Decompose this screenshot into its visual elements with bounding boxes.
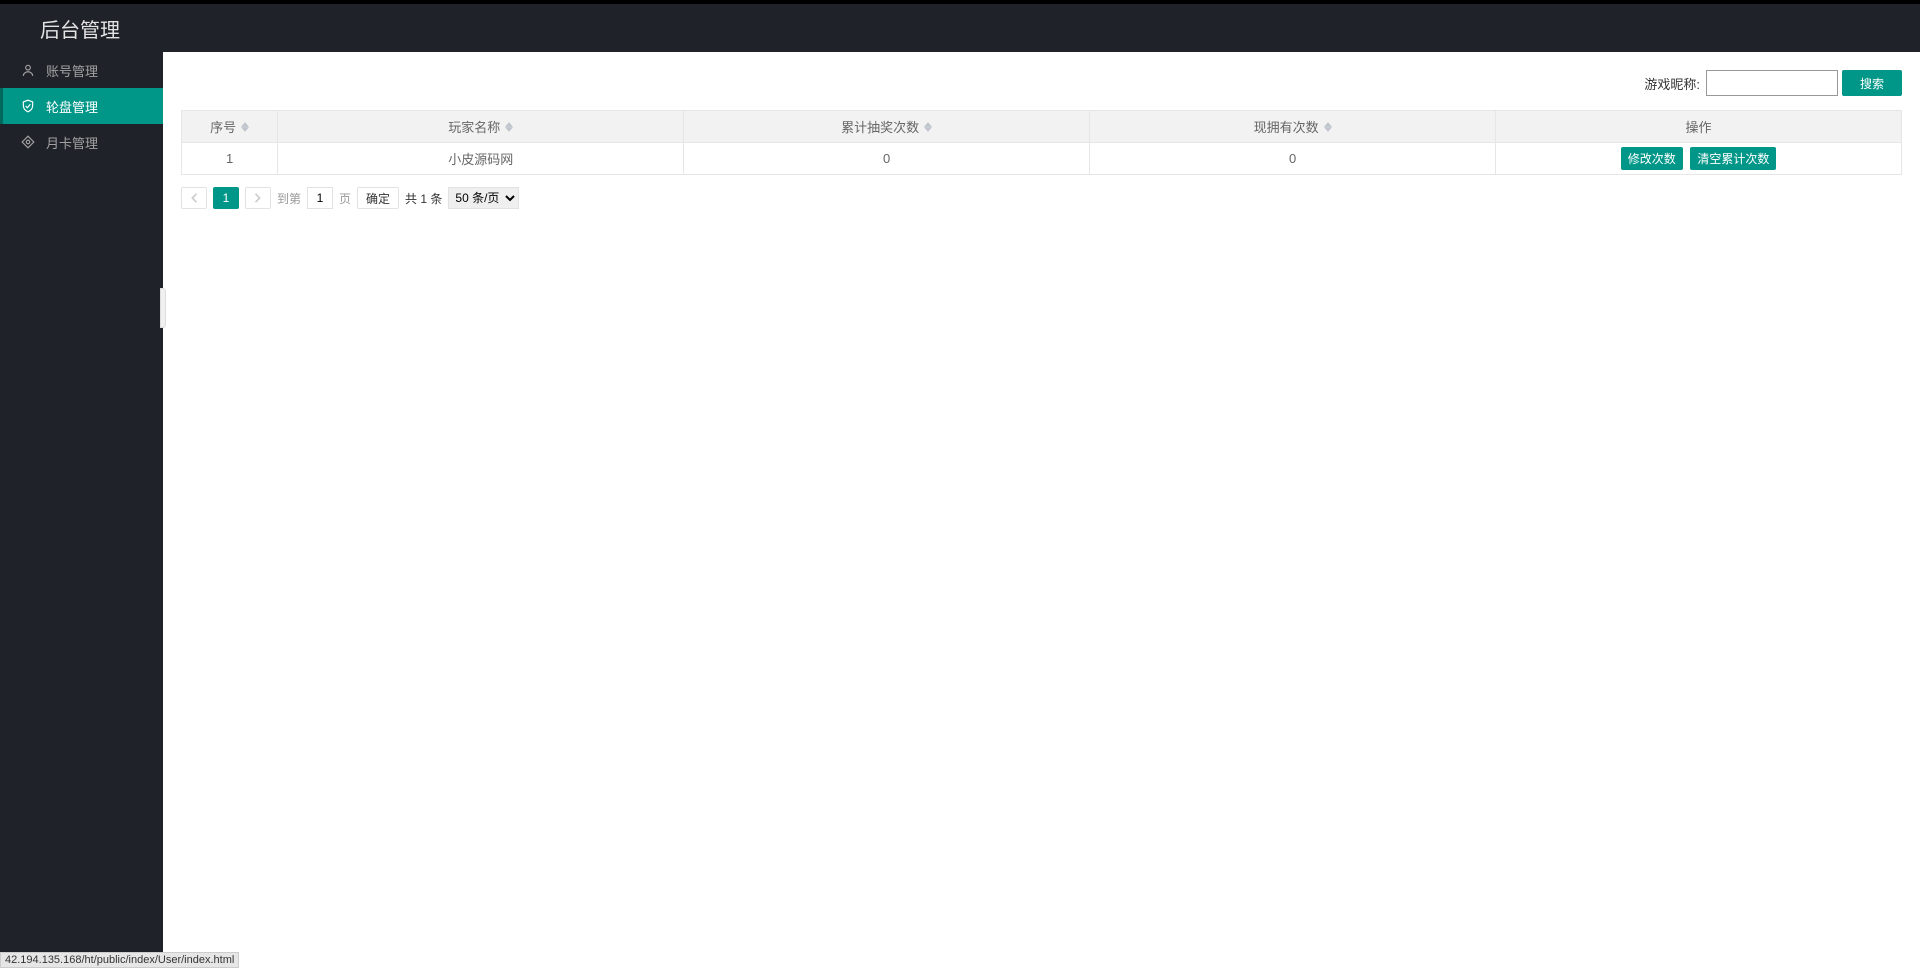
- goto-page-input[interactable]: [307, 187, 333, 209]
- search-button[interactable]: 搜索: [1842, 70, 1902, 96]
- main-content: 游戏昵称: 搜索 序号: [163, 52, 1920, 968]
- clear-count-button[interactable]: 清空累计次数: [1690, 147, 1776, 170]
- page-next-button[interactable]: [245, 187, 271, 209]
- th-id[interactable]: 序号: [182, 111, 278, 143]
- sidebar-item-label: 轮盘管理: [46, 97, 98, 116]
- table-row: 1 小皮源码网 0 0 修改次数 清空累计次数: [182, 143, 1902, 175]
- page-prev-button[interactable]: [181, 187, 207, 209]
- cell-total: 0: [684, 143, 1090, 175]
- sidebar-item-label: 账号管理: [46, 61, 98, 80]
- th-label: 累计抽奖次数: [841, 117, 919, 136]
- sort-icon[interactable]: [505, 122, 513, 132]
- edit-count-button[interactable]: 修改次数: [1621, 147, 1683, 170]
- sidebar: 账号管理 轮盘管理 月卡管理: [0, 52, 163, 968]
- diamond-icon: [20, 134, 36, 150]
- th-label: 操作: [1686, 120, 1712, 135]
- pagination: 1 到第 页 确定 共 1 条 50 条/页: [181, 187, 1902, 209]
- th-label: 玩家名称: [448, 117, 500, 136]
- data-table: 序号 玩家名称: [181, 110, 1902, 175]
- th-label: 序号: [210, 117, 236, 136]
- cell-name: 小皮源码网: [278, 143, 684, 175]
- goto-suffix: 页: [339, 190, 351, 207]
- sidebar-item-account[interactable]: 账号管理: [0, 52, 163, 88]
- sort-icon[interactable]: [924, 122, 932, 132]
- page-number-current[interactable]: 1: [213, 187, 239, 209]
- shield-check-icon: [20, 98, 36, 114]
- total-count: 共 1 条: [405, 190, 442, 207]
- cell-current: 0: [1090, 143, 1496, 175]
- goto-prefix: 到第: [277, 190, 301, 207]
- chevron-right-icon: [254, 193, 262, 203]
- sort-icon[interactable]: [1324, 122, 1332, 132]
- th-name[interactable]: 玩家名称: [278, 111, 684, 143]
- cell-action: 修改次数 清空累计次数: [1496, 143, 1902, 175]
- search-bar: 游戏昵称: 搜索: [181, 70, 1902, 96]
- sidebar-item-monthcard[interactable]: 月卡管理: [0, 124, 163, 160]
- goto-confirm-button[interactable]: 确定: [357, 187, 399, 209]
- th-total[interactable]: 累计抽奖次数: [684, 111, 1090, 143]
- cell-id: 1: [182, 143, 278, 175]
- header: 后台管理: [0, 4, 1920, 52]
- sidebar-collapse-handle[interactable]: [160, 288, 166, 328]
- sidebar-item-label: 月卡管理: [46, 133, 98, 152]
- th-current[interactable]: 现拥有次数: [1090, 111, 1496, 143]
- app-title: 后台管理: [40, 14, 120, 43]
- sort-icon[interactable]: [241, 122, 249, 132]
- browser-status-bar: 42.194.135.168/ht/public/index/User/inde…: [0, 952, 239, 968]
- search-label: 游戏昵称:: [1644, 74, 1700, 93]
- sidebar-item-roulette[interactable]: 轮盘管理: [0, 88, 163, 124]
- th-label: 现拥有次数: [1254, 117, 1319, 136]
- search-input[interactable]: [1706, 70, 1838, 96]
- th-action: 操作: [1496, 111, 1902, 143]
- table-header-row: 序号 玩家名称: [182, 111, 1902, 143]
- pagesize-select[interactable]: 50 条/页: [448, 187, 519, 209]
- chevron-left-icon: [190, 193, 198, 203]
- user-icon: [20, 62, 36, 78]
